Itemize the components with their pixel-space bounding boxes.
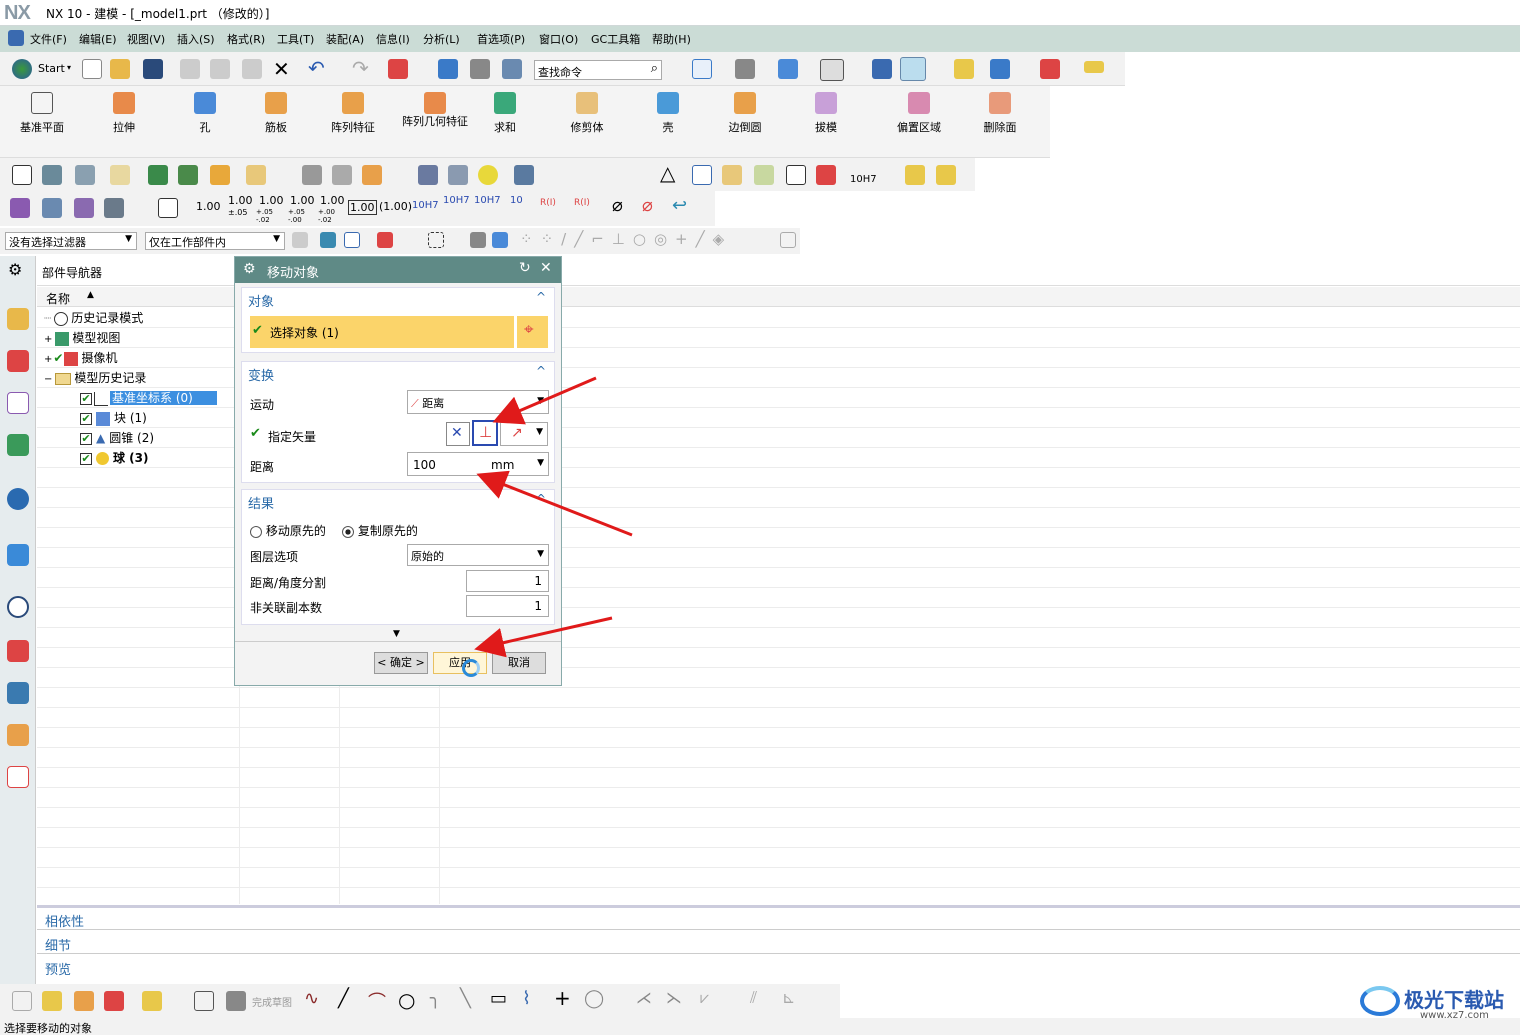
- rectangle-icon[interactable]: ▭: [490, 988, 507, 1009]
- component-array-icon[interactable]: [142, 991, 162, 1011]
- preview-panel[interactable]: 预览: [45, 959, 71, 978]
- finish-sketch-label[interactable]: 完成草图: [252, 994, 292, 1009]
- sketch-toolbar: 完成草图 ∿ ╱ ⌒ ○ ╮ ╲ ▭ ⌇ + ◯ ⋌ ⋋ ⩗ ⫽ ⊾: [0, 984, 840, 1018]
- line-icon[interactable]: ╱: [338, 988, 349, 1009]
- arrow-to-vector: [492, 376, 597, 425]
- extend-icon[interactable]: ⋋: [666, 988, 682, 1007]
- assembly-constraint-icon[interactable]: [104, 991, 124, 1011]
- watermark: 极光下载站 www.xz7.com: [1360, 982, 1510, 1022]
- details-panel[interactable]: 细节: [45, 935, 71, 954]
- profile-icon[interactable]: ∿: [304, 988, 319, 1009]
- trim-icon[interactable]: ⋌: [636, 988, 652, 1007]
- arrow-to-apply: [474, 616, 613, 658]
- sketch-icon[interactable]: [194, 991, 214, 1011]
- fillet-icon[interactable]: ╮: [430, 988, 441, 1009]
- finish-sketch-icon[interactable]: [226, 991, 246, 1011]
- arc-icon[interactable]: ⌒: [368, 988, 386, 1014]
- add-component-icon[interactable]: [42, 991, 62, 1011]
- constraint-icon[interactable]: ⊾: [782, 988, 795, 1007]
- circle-icon[interactable]: ○: [398, 988, 415, 1012]
- polygon-icon[interactable]: ⌇: [522, 988, 531, 1009]
- watermark-logo-icon: [1360, 986, 1400, 1016]
- chamfer-icon[interactable]: ╲: [460, 988, 471, 1009]
- layout-icon[interactable]: [12, 991, 32, 1011]
- offset-curve-icon[interactable]: ◯: [584, 988, 604, 1009]
- status-bar: 选择要移动的对象: [0, 1018, 1520, 1035]
- annotation-arrows: [474, 376, 633, 658]
- navigator-panels: 相依性 细节 预览: [37, 905, 1520, 978]
- point-plus-icon[interactable]: +: [554, 986, 571, 1010]
- mirror-icon[interactable]: ⫽: [750, 988, 757, 1008]
- arrow-to-distance: [476, 470, 633, 537]
- move-component-icon[interactable]: [74, 991, 94, 1011]
- corner-icon[interactable]: ⩗: [700, 988, 709, 1008]
- dependencies-panel[interactable]: 相依性: [45, 911, 84, 930]
